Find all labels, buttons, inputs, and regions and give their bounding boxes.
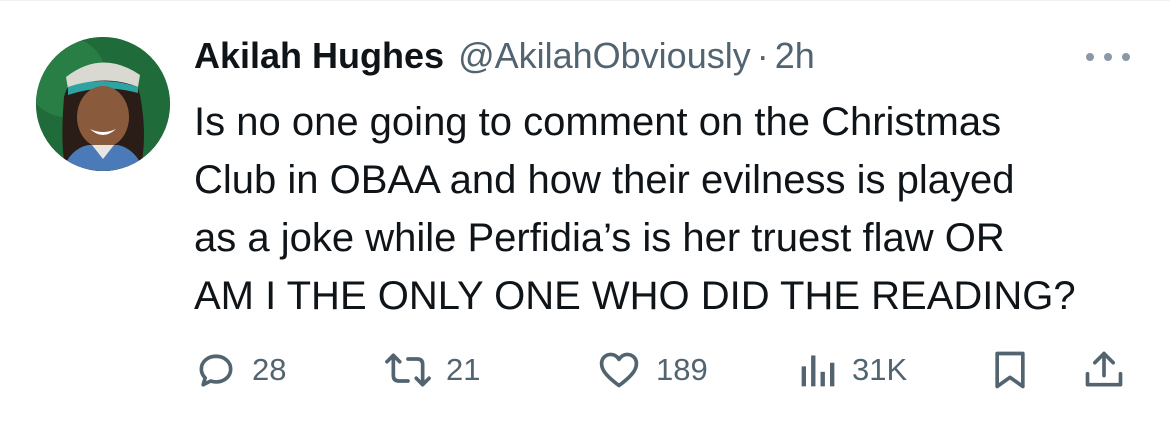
like-count: 189 [656,352,708,387]
like-button[interactable]: 189 [596,345,708,395]
author-display-name[interactable]: Akilah Hughes [194,35,444,77]
tweet[interactable]: Akilah Hughes @AkilahObviously · 2h Is n… [0,0,1170,427]
header-separator: · [756,35,769,76]
tweet-text-line: Club in OBAA and how their evilness is p… [194,158,1015,202]
more-dot [1086,53,1094,61]
views-button[interactable]: 31K [798,345,907,395]
avatar-image [36,37,170,171]
repost-count: 21 [446,352,481,387]
tweet-text: Is no one going to comment on the Christ… [194,93,1124,325]
tweet-content: Akilah Hughes @AkilahObviously · 2h Is n… [194,35,1140,325]
share-button[interactable] [1082,345,1126,395]
tweet-text-line: as a joke while Perfidia’s is her truest… [194,216,1005,260]
tweet-text-line: AM I THE ONLY ONE WHO DID THE READING? [194,274,1076,318]
heart-icon [599,352,639,388]
reply-count: 28 [252,352,287,387]
action-bar: 28 21 189 31K [194,345,1140,395]
bookmark-button[interactable] [990,345,1030,395]
bookmark-icon [995,351,1025,389]
tweet-timestamp[interactable]: 2h [775,35,815,77]
reply-icon [199,354,233,387]
more-dot [1122,53,1130,61]
repost-button[interactable]: 21 [384,345,480,395]
views-icon [801,355,835,387]
avatar[interactable] [36,37,170,171]
tweet-header: Akilah Hughes @AkilahObviously · 2h [194,35,1140,85]
more-dot [1104,53,1112,61]
author-handle[interactable]: @AkilahObviously [458,35,751,77]
share-icon [1085,351,1123,387]
repost-icon [385,353,431,387]
more-icon[interactable] [1086,43,1130,71]
reply-button[interactable]: 28 [194,345,286,395]
views-count: 31K [852,352,908,387]
tweet-text-line: Is no one going to comment on the Christ… [194,100,1002,144]
